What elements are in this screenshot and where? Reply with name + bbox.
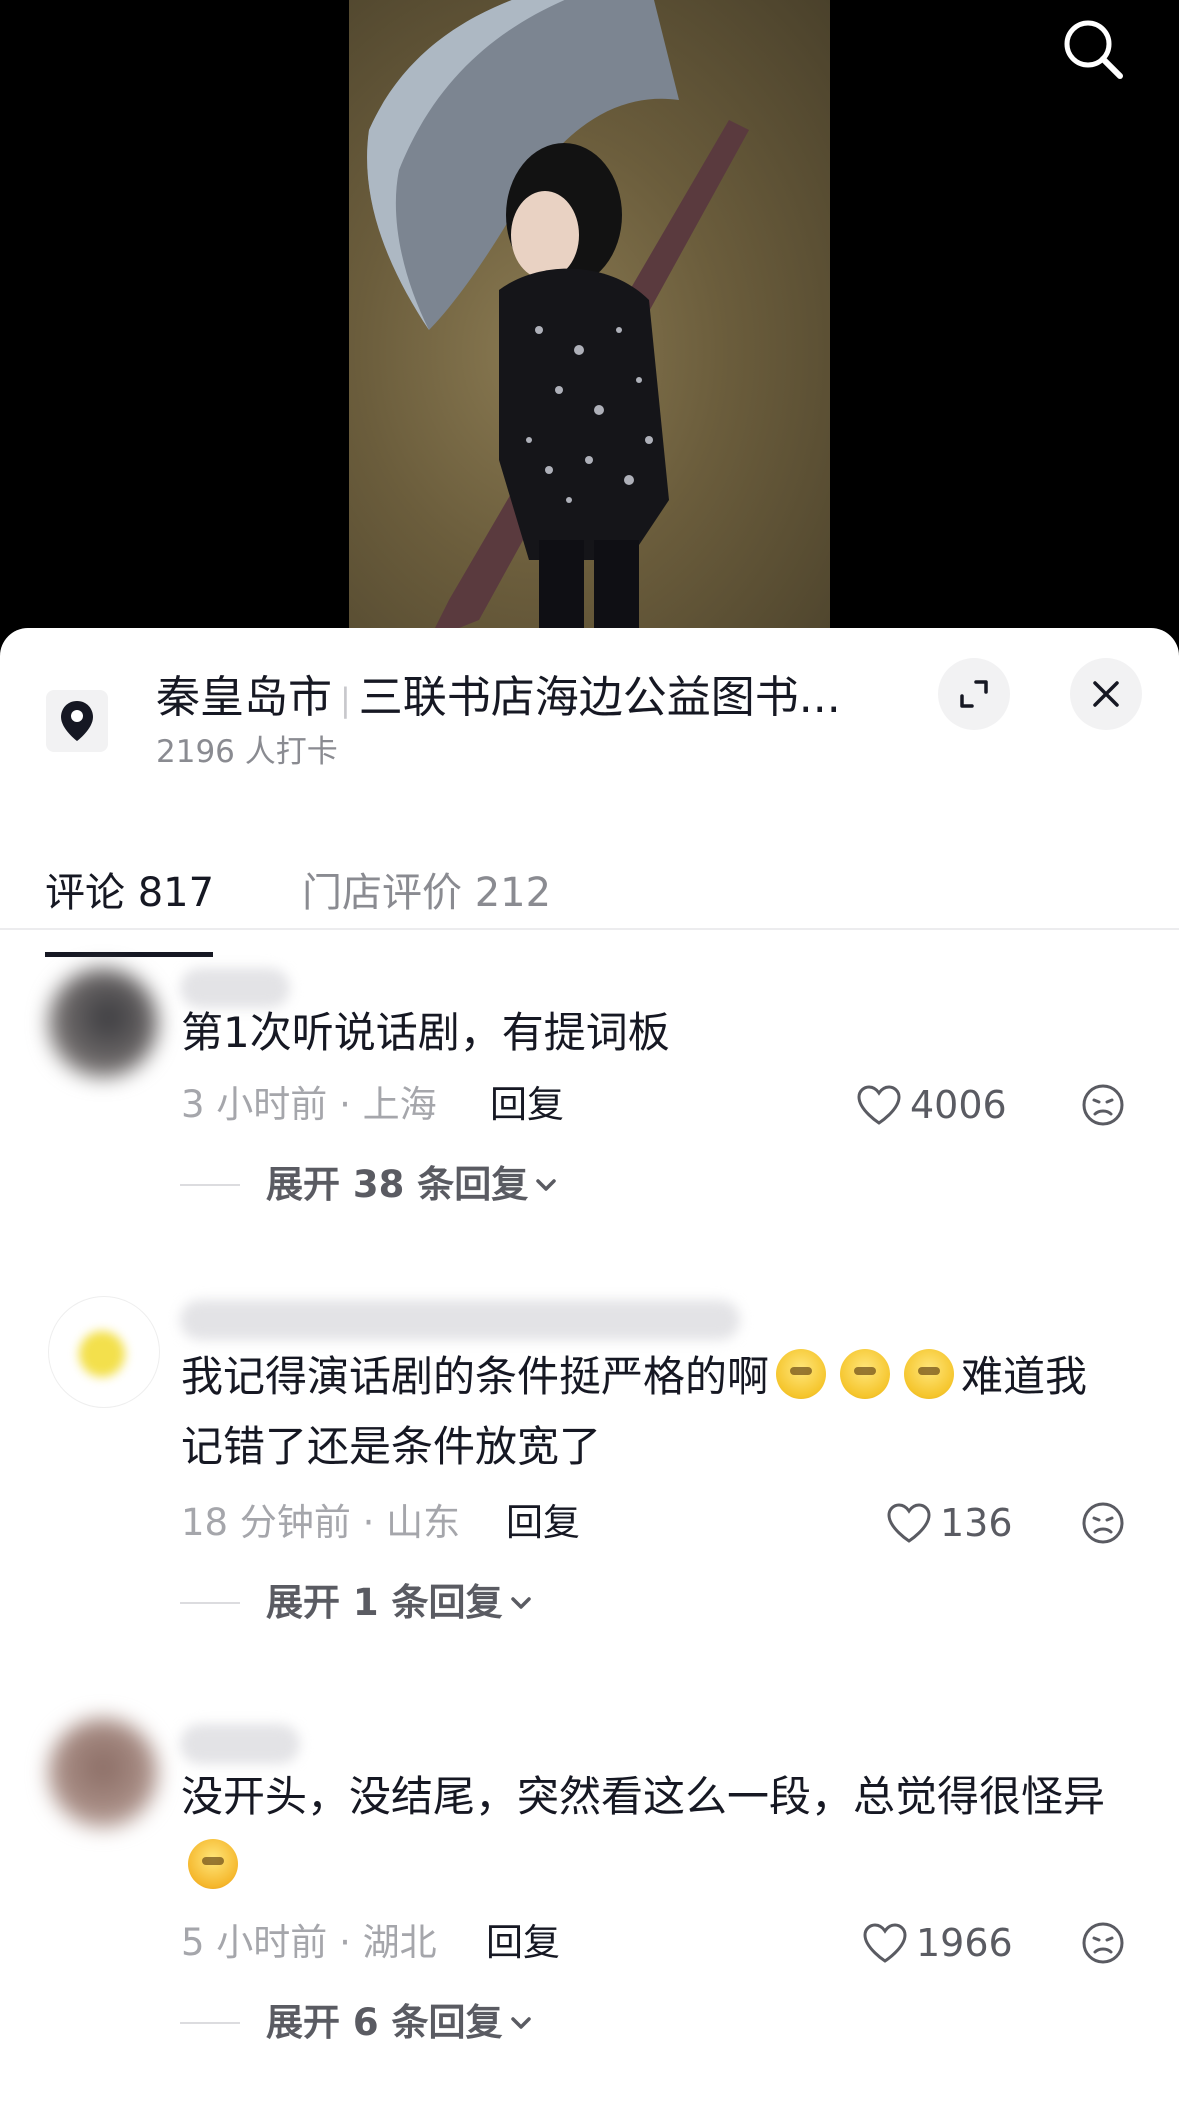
tab-store-reviews[interactable]: 门店评价 212: [302, 868, 551, 918]
like-button[interactable]: 136: [886, 1493, 1013, 1553]
location-pin-button[interactable]: [46, 690, 108, 752]
comment-text-part: 我记得演话剧的条件挺严格的啊: [181, 1352, 770, 1401]
location-title[interactable]: 秦皇岛市 | 三联书店海边公益图书...: [156, 668, 896, 728]
avatar[interactable]: [48, 1296, 160, 1408]
comment-meta: 3 小时前 · 上海: [181, 1083, 437, 1126]
avatar-image: [79, 1331, 125, 1377]
expand-divider: [180, 1184, 240, 1186]
search-icon: [1064, 20, 1123, 79]
comment-meta: 5 小时前 · 湖北: [181, 1921, 437, 1964]
comment-panel: 秦皇岛市 | 三联书店海边公益图书... 2196 人打卡 评论 817 门店评价 …: [0, 628, 1179, 2111]
reply-button[interactable]: 回复: [490, 1080, 564, 1130]
like-button[interactable]: 4006: [856, 1075, 1007, 1135]
expand-divider: [180, 1602, 240, 1604]
heart-icon: [857, 1085, 901, 1125]
active-tab-indicator: [45, 952, 213, 957]
search-button[interactable]: [1058, 14, 1130, 86]
tab-bar: 评论 817 门店评价 212: [0, 828, 1179, 958]
expand-replies-button[interactable]: 展开 38 条回复: [180, 1160, 560, 1210]
dislike-button[interactable]: [1080, 1082, 1126, 1128]
location-city: 秦皇岛市: [156, 672, 332, 723]
avatar[interactable]: [48, 1718, 158, 1828]
chevron-down-icon: [510, 1597, 531, 1609]
dislike-face-icon: [1082, 1922, 1124, 1964]
checkin-count: 2196 人打卡: [156, 734, 338, 770]
heart-icon: [863, 1923, 907, 1963]
location-place: 三联书店海边公益图书...: [358, 672, 841, 723]
like-button[interactable]: 1966: [862, 1913, 1013, 1973]
like-count: 1966: [916, 1921, 1013, 1965]
expand-replies-label: 展开 38 条回复: [266, 1163, 529, 1206]
expand-replies-button[interactable]: 展开 6 条回复: [180, 1998, 535, 2048]
like-count: 4006: [910, 1083, 1007, 1127]
dislike-button[interactable]: [1080, 1500, 1126, 1546]
dislike-face-icon: [1082, 1502, 1124, 1544]
expand-divider: [180, 2022, 240, 2024]
expand-button[interactable]: [938, 658, 1010, 730]
expand-icon: [960, 680, 988, 708]
reply-button[interactable]: 回复: [506, 1498, 580, 1548]
dislike-button[interactable]: [1080, 1920, 1126, 1966]
location-pin-icon: [61, 701, 93, 741]
comment-meta: 18 分钟前 · 山东: [181, 1501, 461, 1544]
comment-text: 第1次听说话剧，有提词板: [181, 1008, 670, 1057]
chevron-down-icon: [510, 2017, 531, 2029]
avatar[interactable]: [48, 968, 158, 1078]
laughing-crying-emoji-icon: [188, 1839, 238, 1889]
tab-comments[interactable]: 评论 817: [45, 868, 214, 918]
expand-replies-label: 展开 1 条回复: [266, 1581, 503, 1624]
dislike-face-icon: [1082, 1084, 1124, 1126]
video-scene: [367, 0, 749, 640]
dizzy-face-emoji-icon: [840, 1349, 891, 1399]
like-count: 136: [940, 1501, 1013, 1545]
comment-text: 没开头，没结尾，突然看这么一段，总觉得很怪异: [181, 1762, 1121, 1902]
username-blurred[interactable]: [180, 1724, 300, 1764]
comment-text-part: 没开头，没结尾，突然看这么一段，总觉得很怪异: [181, 1772, 1106, 1821]
video-player[interactable]: [0, 0, 1179, 640]
close-button[interactable]: [1070, 658, 1142, 730]
username-blurred[interactable]: [180, 1300, 740, 1340]
dizzy-face-emoji-icon: [904, 1349, 955, 1399]
dizzy-face-emoji-icon: [776, 1349, 827, 1399]
heart-icon: [887, 1503, 931, 1543]
video-frame[interactable]: [349, 0, 830, 640]
expand-replies-button[interactable]: 展开 1 条回复: [180, 1578, 535, 1628]
chevron-down-icon: [536, 1179, 557, 1191]
location-separator: |: [340, 681, 351, 719]
expand-replies-label: 展开 6 条回复: [266, 2001, 503, 2044]
tabs-divider: [0, 928, 1179, 930]
reply-button[interactable]: 回复: [486, 1918, 560, 1968]
comment-text: 我记得演话剧的条件挺严格的啊 难道我记错了还是条件放宽了: [181, 1342, 1121, 1482]
close-icon: [1093, 681, 1119, 707]
